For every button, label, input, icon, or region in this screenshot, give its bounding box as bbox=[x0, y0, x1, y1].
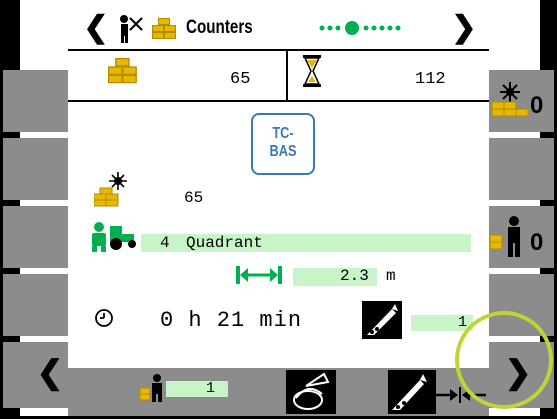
hay-bales-icon bbox=[148, 14, 182, 42]
length-value: 2.3 bbox=[340, 267, 369, 285]
person-sun-icon bbox=[114, 12, 144, 44]
left-softkey-2[interactable] bbox=[3, 138, 68, 200]
knife-engage-icon[interactable] bbox=[388, 370, 436, 414]
bales-icon bbox=[106, 56, 140, 86]
footer-person-value: 1 bbox=[206, 380, 216, 397]
bales-count: 65 bbox=[230, 70, 251, 89]
net-wrap-icon[interactable] bbox=[286, 370, 336, 414]
length-unit: m bbox=[386, 267, 396, 285]
operator-tractor-icon bbox=[90, 222, 138, 252]
sun-bales-icon bbox=[93, 172, 134, 208]
footer-person-field[interactable] bbox=[166, 381, 228, 397]
footer-left-arrow[interactable]: ❮ bbox=[30, 352, 70, 392]
left-softkey-4[interactable] bbox=[3, 274, 68, 336]
operator-name: Quadrant bbox=[186, 234, 263, 252]
bale-length-icon bbox=[236, 264, 282, 286]
reset-sun-label: 0 bbox=[530, 92, 544, 119]
prev-page-arrow[interactable]: ❮ bbox=[82, 10, 110, 44]
reset-operator-icon[interactable]: 0 bbox=[489, 215, 554, 261]
divider bbox=[286, 50, 288, 100]
header: ❮ Counters ❯ bbox=[68, 8, 489, 48]
header-title: Counters bbox=[186, 17, 253, 38]
page-indicator bbox=[316, 14, 416, 42]
sun-bales-count: 65 bbox=[184, 189, 204, 207]
knife-icon bbox=[362, 301, 402, 339]
timer-count: 112 bbox=[415, 70, 446, 89]
next-page-arrow[interactable]: ❯ bbox=[450, 10, 478, 44]
tc-bas-logo: TC-BAS bbox=[251, 113, 315, 175]
divider bbox=[68, 49, 489, 51]
right-softkey-2[interactable] bbox=[489, 138, 554, 200]
left-softkey-1[interactable] bbox=[3, 70, 68, 132]
clock-icon bbox=[94, 308, 114, 328]
operator-number: 4 bbox=[160, 234, 170, 252]
divider bbox=[68, 100, 489, 102]
left-softkey-3[interactable] bbox=[3, 206, 68, 268]
highlight-circle bbox=[455, 311, 553, 409]
reset-operator-label: 0 bbox=[530, 229, 544, 256]
footer-operator-icon bbox=[139, 374, 166, 402]
reset-sun-bales-icon[interactable]: 0 bbox=[490, 80, 554, 126]
logo-text: TC-BAS bbox=[269, 125, 297, 160]
elapsed-time: 0 h 21 min bbox=[160, 308, 303, 333]
hourglass-icon bbox=[302, 54, 322, 88]
